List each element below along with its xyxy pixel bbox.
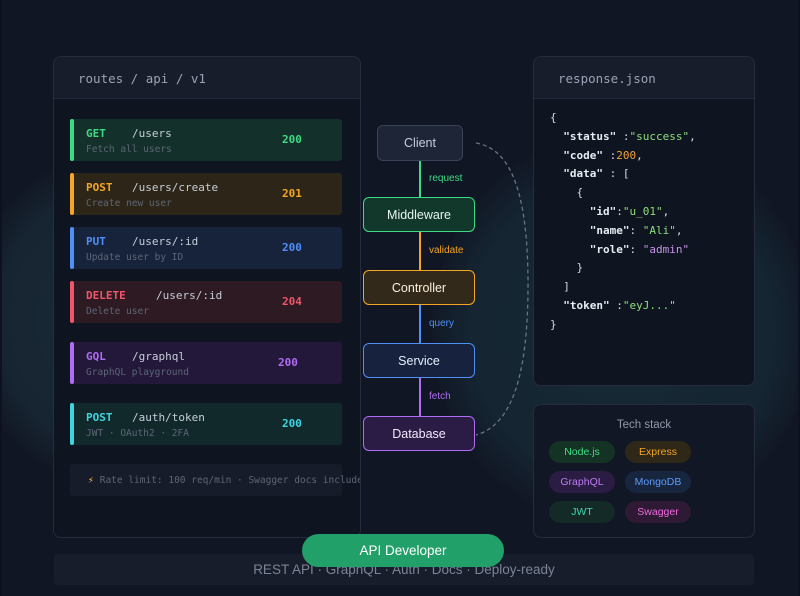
route-description: Update user by ID xyxy=(86,252,184,263)
route-status-code: 201 xyxy=(282,187,302,200)
api-developer-badge[interactable]: API Developer xyxy=(302,534,504,567)
route-accent-bar xyxy=(70,227,74,269)
route-row[interactable]: POST/auth/token JWT · OAuth2 · 2FA 200 xyxy=(70,403,342,445)
route-description: GraphQL playground xyxy=(86,367,189,378)
route-description: Create new user xyxy=(86,198,172,209)
flow-connector xyxy=(419,232,421,270)
route-accent-bar xyxy=(70,403,74,445)
tech-chip-graphql[interactable]: GraphQL xyxy=(549,471,615,493)
flow-edge-label: validate xyxy=(429,245,464,256)
json-code: { "status" :"success", "code" :200, "dat… xyxy=(550,111,696,331)
route-row[interactable]: GQL/graphql GraphQL playground 200 xyxy=(70,342,342,384)
route-row[interactable]: GET/users Fetch all users 200 xyxy=(70,119,342,161)
route-path: /graphql xyxy=(132,350,185,363)
tech-stack-panel: Tech stack Node.js Express GraphQL MongoDB J… xyxy=(533,404,755,538)
route-path: /auth/token xyxy=(132,411,205,424)
route-path: /users/:id xyxy=(156,289,223,302)
route-method: POST xyxy=(86,411,113,424)
route-method: POST xyxy=(86,181,113,194)
flow-edge-label: request xyxy=(429,173,463,184)
database-return-arrow xyxy=(475,142,529,436)
routes-panel-title: routes / api / v1 xyxy=(54,57,360,99)
response-panel: response.json { "status" :"success", "co… xyxy=(533,56,755,386)
tech-chip-jwt[interactable]: JWT xyxy=(549,501,615,523)
routes-panel: routes / api / v1 GET/users Fetch all use… xyxy=(53,56,361,538)
route-status-code: 200 xyxy=(282,417,302,430)
tech-chip-swagger[interactable]: Swagger xyxy=(625,501,691,523)
flow-edge-label: query xyxy=(429,318,455,329)
route-path: /users/create xyxy=(132,181,219,194)
flow-node-database[interactable]: Database xyxy=(363,416,475,451)
response-json: { "status" :"success", "code" :200, "dat… xyxy=(534,99,754,385)
route-status-code: 200 xyxy=(282,133,302,146)
flow-edge-label: fetch xyxy=(429,391,451,402)
route-method: DELETE xyxy=(86,289,126,302)
route-row[interactable]: PUT/users/:id Update user by ID 200 xyxy=(70,227,342,269)
route-accent-bar xyxy=(70,342,74,384)
route-description: Fetch all users xyxy=(86,144,172,155)
route-row[interactable]: POST/users/create Create new user 201 xyxy=(70,173,342,215)
flow-connector xyxy=(419,161,421,197)
rate-limit-text: Rate limit: 100 req/min · Swagger docs i… xyxy=(99,475,361,486)
flow-node-service[interactable]: Service xyxy=(363,343,475,378)
tech-stack-title: Tech stack xyxy=(616,419,672,431)
flow-node-middleware[interactable]: Middleware xyxy=(363,197,475,232)
route-row[interactable]: DELETE/users/:id Delete user 204 xyxy=(70,281,342,323)
tech-chip-nodejs[interactable]: Node.js xyxy=(549,441,615,463)
rate-limit-note: ⚡ Rate limit: 100 req/min · Swagger docs … xyxy=(70,464,360,496)
tech-chip-mongodb[interactable]: MongoDB xyxy=(625,471,691,493)
route-status-code: 200 xyxy=(278,356,298,369)
flow-connector xyxy=(419,378,421,416)
route-status-code: 204 xyxy=(282,295,302,308)
response-panel-title: response.json xyxy=(534,57,754,99)
route-method: PUT xyxy=(86,235,106,248)
routes-list: GET/users Fetch all users 200 POST/users/cr… xyxy=(54,99,360,537)
route-status-code: 200 xyxy=(282,241,302,254)
route-description: Delete user xyxy=(86,306,149,317)
route-accent-bar xyxy=(70,119,74,161)
route-method: GQL xyxy=(86,350,106,363)
route-method: GET xyxy=(86,127,106,140)
route-accent-bar xyxy=(70,281,74,323)
flow-node-client[interactable]: Client xyxy=(377,125,463,161)
route-description: JWT · OAuth2 · 2FA xyxy=(86,428,189,439)
flow-connector xyxy=(419,305,421,343)
route-accent-bar xyxy=(70,173,74,215)
flow-node-controller[interactable]: Controller xyxy=(363,270,475,305)
tech-chip-express[interactable]: Express xyxy=(625,441,691,463)
lightning-icon: ⚡ xyxy=(88,475,94,486)
route-path: /users xyxy=(132,127,172,140)
route-path: /users/:id xyxy=(132,235,199,248)
app-canvas: routes / api / v1 GET/users Fetch all use… xyxy=(2,0,798,596)
